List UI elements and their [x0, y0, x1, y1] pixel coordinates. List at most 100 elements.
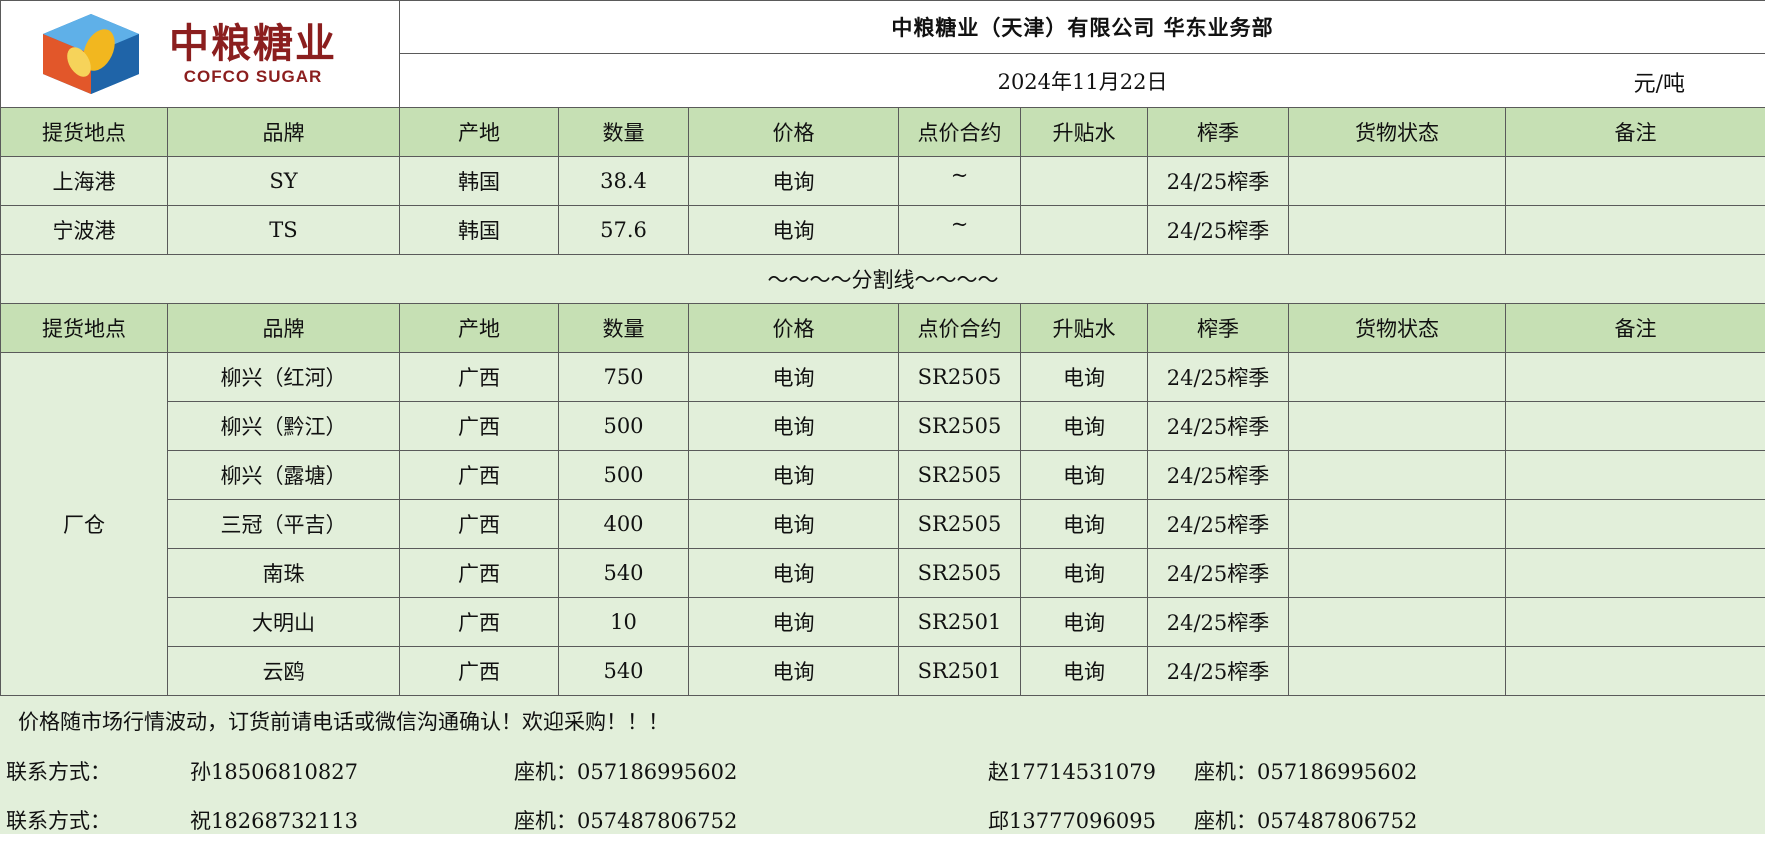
column-header: 价格: [689, 304, 899, 353]
cell-brand: 柳兴（露塘）: [168, 451, 400, 500]
cell-season: 24/25榨季: [1148, 598, 1289, 647]
column-header: 点价合约: [899, 304, 1021, 353]
cell-quantity: 540: [559, 647, 689, 696]
table-row: 柳兴（黔江） 广西 500 电询 SR2505 电询 24/25榨季: [1, 402, 1765, 451]
column-header: 点价合约: [899, 108, 1021, 157]
cell-contract-text: ~: [951, 163, 969, 187]
date-row: 2024年11月22日 元/吨: [400, 54, 1765, 108]
cell-origin: 韩国: [400, 206, 559, 255]
cell-price: 电询: [689, 598, 899, 647]
column-header: 提货地点: [1, 108, 168, 157]
cell-brand: SY: [168, 157, 400, 206]
cell-status: [1289, 598, 1506, 647]
cell-season: 24/25榨季: [1148, 353, 1289, 402]
logo-english-name: COFCO SUGAR: [169, 68, 337, 85]
cell-status: [1289, 402, 1506, 451]
cell-price: 电询: [689, 157, 899, 206]
cell-price: 电询: [689, 549, 899, 598]
column-header: 升贴水: [1021, 304, 1148, 353]
cell-brand: 南珠: [168, 549, 400, 598]
column-header: 品牌: [168, 304, 400, 353]
cell-contract-text: ~: [951, 212, 969, 236]
cell-remark: [1506, 353, 1765, 402]
contact-label: 联系方式：: [6, 756, 111, 786]
cell-price: 电询: [689, 353, 899, 402]
report-date: 2024年11月22日: [998, 70, 1168, 94]
cell-contract: SR2501: [899, 647, 1021, 696]
table-row: 大明山 广西 10 电询 SR2501 电询 24/25榨季: [1, 598, 1765, 647]
price-unit: 元/吨: [1634, 66, 1685, 98]
cell-origin: 广西: [400, 353, 559, 402]
cell-season: 24/25榨季: [1148, 500, 1289, 549]
cell-contract: ~: [899, 206, 1021, 255]
contact-phone: 祝18268732113: [190, 805, 358, 835]
contact-row: 联系方式： 祝18268732113 座机：057487806752 邱1377…: [0, 805, 1765, 845]
cell-quantity: 38.4: [559, 157, 689, 206]
price-sheet: 中粮糖业 COFCO SUGAR 中粮糖业（天津）有限公司 华东业务部 2024…: [0, 0, 1765, 696]
cell-contract: SR2505: [899, 500, 1021, 549]
cell-basis: 电询: [1021, 500, 1148, 549]
table-row: 宁波港 TS 韩国 57.6 电询 ~ 24/25榨季: [1, 206, 1765, 255]
column-header: 升贴水: [1021, 108, 1148, 157]
contact-landline: 座机：057186995602: [1194, 756, 1417, 786]
cell-basis: 电询: [1021, 549, 1148, 598]
cell-basis: 电询: [1021, 353, 1148, 402]
cell-price: 电询: [689, 500, 899, 549]
cell-remark: [1506, 206, 1765, 255]
cell-status: [1289, 647, 1506, 696]
cell-status: [1289, 206, 1506, 255]
cell-brand: 柳兴（黔江）: [168, 402, 400, 451]
cell-brand: 三冠（平吉）: [168, 500, 400, 549]
contact-landline: 座机：057186995602: [514, 756, 737, 786]
cell-contract: SR2505: [899, 402, 1021, 451]
table-row: 南珠 广西 540 电询 SR2505 电询 24/25榨季: [1, 549, 1765, 598]
cell-quantity: 750: [559, 353, 689, 402]
column-header: 数量: [559, 108, 689, 157]
cell-location: 厂仓: [1, 353, 168, 696]
cell-basis: [1021, 157, 1148, 206]
separator-text: ～～～～分割线～～～～: [1, 255, 1765, 304]
cell-contract: SR2505: [899, 451, 1021, 500]
company-title: 中粮糖业（天津）有限公司 华东业务部: [400, 1, 1765, 54]
cell-contract: ~: [899, 157, 1021, 206]
contact-phone: 孙18506810827: [190, 756, 358, 786]
cell-origin: 广西: [400, 451, 559, 500]
cell-quantity: 57.6: [559, 206, 689, 255]
cell-price: 电询: [689, 402, 899, 451]
cell-brand: 柳兴（红河）: [168, 353, 400, 402]
cofco-logo-icon: [39, 12, 143, 96]
column-header: 价格: [689, 108, 899, 157]
cell-origin: 广西: [400, 500, 559, 549]
column-header: 货物状态: [1289, 108, 1506, 157]
cell-contract: SR2505: [899, 353, 1021, 402]
table-row: 柳兴（露塘） 广西 500 电询 SR2505 电询 24/25榨季: [1, 451, 1765, 500]
cell-origin: 广西: [400, 598, 559, 647]
cell-season: 24/25榨季: [1148, 549, 1289, 598]
contact-label: 联系方式：: [6, 805, 111, 835]
cell-status: [1289, 500, 1506, 549]
cell-origin: 广西: [400, 549, 559, 598]
cell-brand: 大明山: [168, 598, 400, 647]
cell-remark: [1506, 598, 1765, 647]
contact-landline: 座机：057487806752: [514, 805, 737, 835]
cell-origin: 韩国: [400, 157, 559, 206]
contact-landline: 座机：057487806752: [1194, 805, 1417, 835]
cell-price: 电询: [689, 451, 899, 500]
cell-basis: [1021, 206, 1148, 255]
table-row: 厂仓 柳兴（红河） 广西 750 电询 SR2505 电询 24/25榨季: [1, 353, 1765, 402]
cell-status: [1289, 451, 1506, 500]
cell-origin: 广西: [400, 402, 559, 451]
cell-quantity: 540: [559, 549, 689, 598]
cell-basis: 电询: [1021, 402, 1148, 451]
cell-remark: [1506, 157, 1765, 206]
cell-origin: 广西: [400, 647, 559, 696]
cell-remark: [1506, 402, 1765, 451]
cell-basis: 电询: [1021, 647, 1148, 696]
cell-remark: [1506, 647, 1765, 696]
column-header: 榨季: [1148, 108, 1289, 157]
column-header: 产地: [400, 304, 559, 353]
contact-row: 联系方式： 孙18506810827 座机：057186995602 赵1771…: [0, 756, 1765, 796]
price-notice: 价格随市场行情波动，订货前请电话或微信沟通确认！欢迎采购！！！: [18, 706, 669, 736]
table-header-row: 提货地点 品牌 产地 数量 价格 点价合约 升贴水 榨季 货物状态 备注: [1, 304, 1765, 353]
cell-brand: TS: [168, 206, 400, 255]
